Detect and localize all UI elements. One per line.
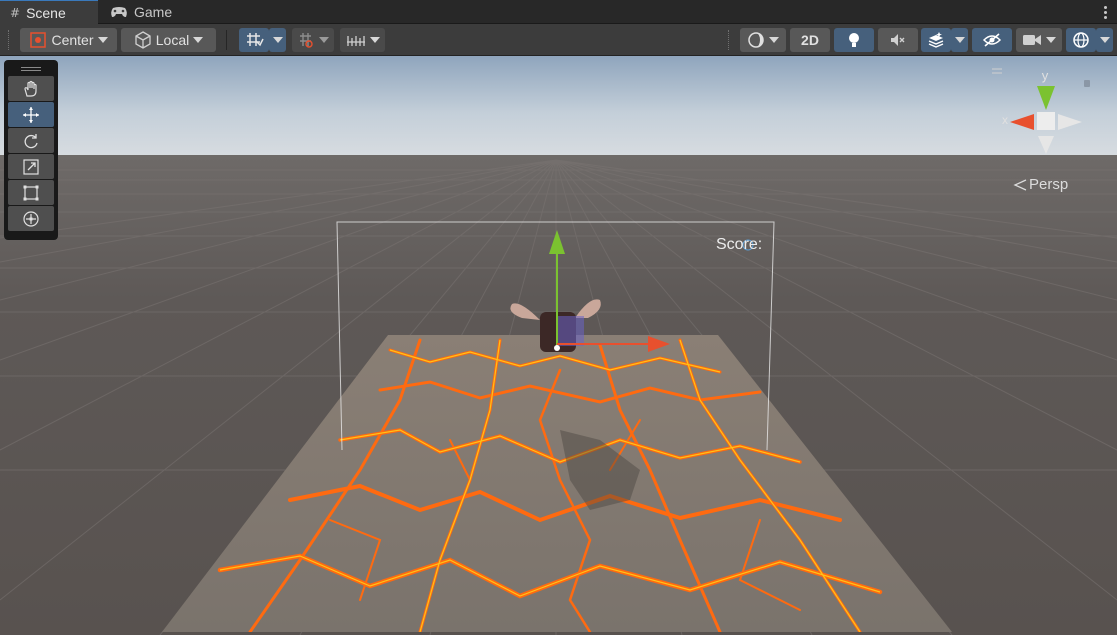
scene-visibility-toggle[interactable] (972, 28, 1012, 52)
more-options-icon[interactable] (1099, 2, 1111, 22)
move-tool-button[interactable] (8, 102, 54, 127)
pivot-mode-label: Center (51, 32, 94, 48)
increment-snap-icon (300, 33, 313, 48)
toolbar-separator (226, 30, 227, 50)
chevron-down-icon (97, 37, 108, 43)
speaker-muted-icon (891, 34, 905, 46)
gizmo-globe-icon (1073, 32, 1089, 48)
ruler-icon (346, 36, 365, 46)
hand-tool-button[interactable] (8, 76, 54, 101)
perspective-icon (1013, 178, 1027, 191)
scene-toolbar: Center Local 2D (0, 24, 1117, 56)
skybox (0, 56, 1117, 160)
toolbar-grip (728, 30, 730, 50)
draw-mode-dropdown[interactable] (740, 28, 786, 52)
gizmo-y-cone[interactable] (1037, 86, 1055, 110)
rotate-tool-button[interactable] (8, 128, 54, 153)
increment-snap-dropdown[interactable] (292, 28, 334, 52)
chevron-down-icon (1099, 37, 1110, 43)
axis-x-label: x (1002, 113, 1008, 127)
scale-tool-button[interactable] (8, 154, 54, 179)
chevron-down-icon (272, 37, 283, 43)
chevron-down-icon (1046, 37, 1056, 43)
grid-snapping-dropdown[interactable] (269, 28, 286, 52)
tools-overlay (4, 60, 58, 240)
gizmo-x-cone[interactable] (1010, 114, 1034, 130)
tab-scene-label: Scene (26, 4, 66, 21)
scene-viewport[interactable]: Score: (0, 56, 1117, 635)
effects-toggle[interactable] (921, 28, 951, 52)
effects-dropdown[interactable] (951, 28, 968, 52)
tab-scene[interactable]: # Scene (0, 0, 98, 24)
grid-icon: # (10, 5, 21, 20)
scale-icon (23, 158, 39, 175)
tab-game-label: Game (134, 4, 173, 20)
pivot-rotation-dropdown[interactable]: Local (121, 28, 216, 52)
tab-bar: # Scene Game (0, 0, 1117, 24)
chevron-down-icon (193, 37, 204, 43)
audio-toggle[interactable] (878, 28, 918, 52)
tab-game[interactable]: Game (100, 0, 190, 24)
grid-snapping-toggle[interactable] (239, 28, 269, 52)
projection-label: Persp (1029, 176, 1069, 193)
orientation-gizmo[interactable]: y x (992, 64, 1104, 164)
light-bulb-icon (849, 33, 859, 47)
chevron-down-icon (319, 37, 329, 43)
pivot-mode-dropdown[interactable]: Center (20, 28, 117, 52)
chevron-down-icon (369, 37, 380, 43)
gizmo-neg-x-cone[interactable] (1058, 114, 1082, 130)
local-cube-icon (135, 31, 151, 49)
lock-icon[interactable] (1084, 80, 1090, 87)
hand-icon (24, 80, 37, 97)
camera-settings-dropdown[interactable] (1016, 28, 1062, 52)
move-arrows-icon (23, 106, 39, 123)
pivot-rotation-label: Local (155, 32, 190, 48)
gamepad-icon (111, 7, 127, 17)
gizmos-dropdown[interactable] (1096, 28, 1113, 52)
scene-render (0, 56, 1117, 635)
score-label: Score: (716, 236, 763, 253)
gizmo-neg-y-cone[interactable] (1038, 136, 1054, 154)
rect-transform-icon (23, 185, 39, 200)
transform-icon (23, 210, 39, 227)
tools-grip[interactable] (7, 63, 55, 75)
rect-tool-button[interactable] (8, 180, 54, 205)
shading-sphere-icon (748, 32, 764, 48)
gizmo-center-cube[interactable] (1037, 112, 1055, 130)
grid-snap-icon (247, 33, 264, 47)
chevron-down-icon (954, 37, 965, 43)
effects-layers-icon (928, 32, 944, 48)
rotate-icon (24, 133, 38, 148)
toolbar-grip (8, 30, 10, 50)
chevron-down-icon (769, 37, 779, 43)
axis-y-label: y (1042, 68, 1049, 83)
camera-icon (1023, 35, 1041, 45)
gizmos-toggle[interactable] (1066, 28, 1096, 52)
transform-tool-button[interactable] (8, 206, 54, 231)
hidden-eye-icon (982, 33, 1002, 47)
projection-toggle[interactable]: Persp (1013, 176, 1068, 193)
toggle-2d-label: 2D (801, 32, 819, 48)
toggle-2d-button[interactable]: 2D (790, 28, 830, 52)
pivot-center-icon (30, 32, 47, 48)
snap-settings-dropdown[interactable] (340, 28, 385, 52)
lighting-toggle[interactable] (834, 28, 874, 52)
gizmo-grip (992, 68, 1002, 74)
